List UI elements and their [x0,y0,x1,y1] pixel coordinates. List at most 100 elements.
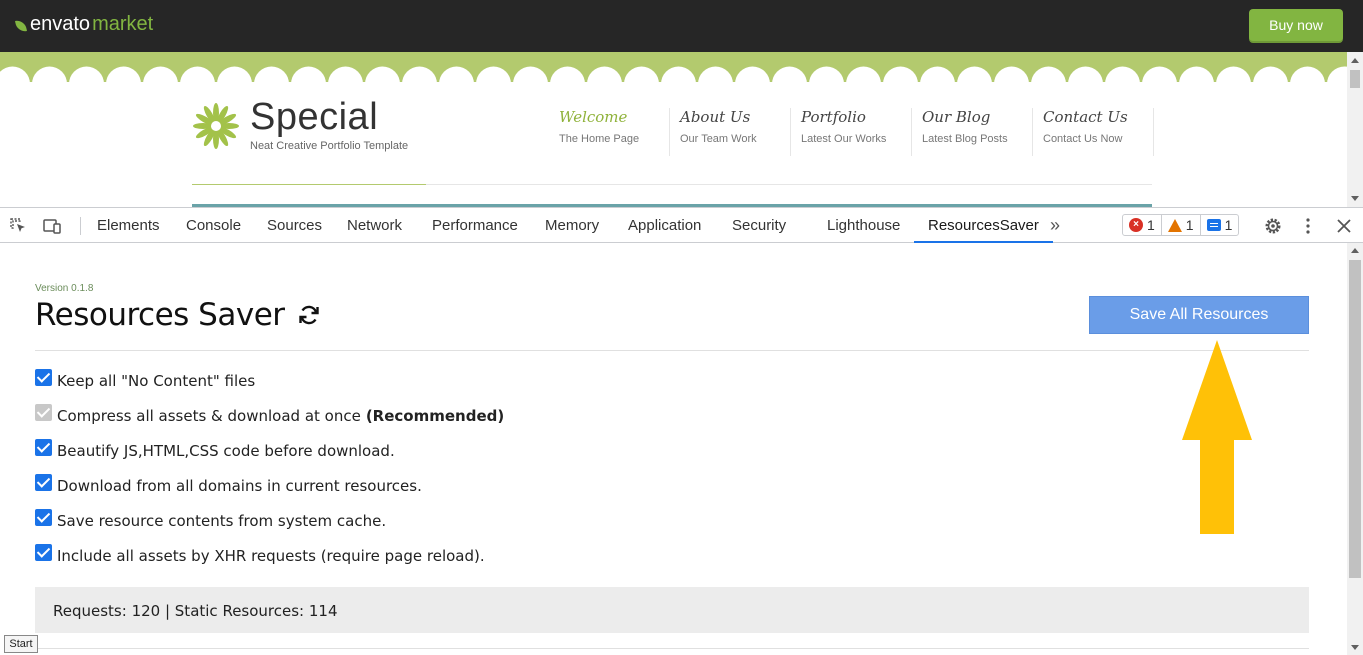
site-scrollbar[interactable] [1347,52,1363,207]
checkbox[interactable] [35,509,52,526]
tab-application[interactable]: Application [628,208,701,243]
checkbox[interactable] [35,474,52,491]
error-count: 1 [1147,217,1155,233]
brand-underline [192,184,426,185]
device-toggle-icon[interactable] [42,216,62,236]
panel-title: Resources Saver [35,297,321,333]
scroll-up-arrow-icon[interactable] [1351,248,1359,253]
tab-resourcessaver[interactable]: ResourcesSaver [914,208,1053,243]
refresh-icon[interactable] [297,303,321,327]
scallop-bump [550,66,585,84]
inspect-icon[interactable] [8,216,28,236]
warning-count: 1 [1185,217,1194,233]
scallop-bump [1216,66,1251,84]
save-all-resources-button[interactable]: Save All Resources [1089,296,1309,334]
logo-brand: envato [30,13,91,35]
bottom-divider [35,648,1309,649]
nav-subtitle: Latest Blog Posts [922,133,1008,145]
tab-network[interactable]: Network [347,208,402,243]
option-download-all-domains[interactable]: Download from all domains in current res… [35,468,504,503]
leaf-icon [15,19,27,33]
option-keep-no-content[interactable]: Keep all "No Content" files [35,363,504,398]
tab-elements[interactable]: Elements [97,208,160,243]
buy-now-button[interactable]: Buy now [1249,9,1343,41]
scallop-bump [402,66,437,84]
option-label-emphasis: (Recommended) [365,406,505,425]
option-label: Include all assets by XHR requests (requ… [57,546,485,565]
scallop-bump [1068,66,1103,84]
start-button[interactable]: Start [4,635,38,653]
panel-scrollbar[interactable] [1347,243,1363,655]
tab-security[interactable]: Security [732,208,786,243]
option-label: Beautify JS,HTML,CSS code before downloa… [57,441,395,460]
scallop-bump [1179,66,1214,84]
scallop-bump [143,66,178,84]
scroll-down-arrow-icon[interactable] [1351,645,1359,650]
checkbox-disabled [35,404,52,421]
scallop-bump [254,66,289,84]
warning-icon [1167,218,1182,232]
scallop-bump [1290,66,1325,84]
option-beautify-code[interactable]: Beautify JS,HTML,CSS code before downloa… [35,433,504,468]
scrollbar-thumb[interactable] [1350,70,1360,88]
tab-performance[interactable]: Performance [432,208,518,243]
scallop-bump [846,66,881,84]
site-brand-title: Special [250,96,379,138]
site-nav-item-portfolio[interactable]: Portfolio Latest Our Works [791,108,912,156]
options-list: Keep all "No Content" files Compress all… [35,363,504,573]
stats-bar: Requests: 120 | Static Resources: 114 [35,587,1309,633]
scroll-down-arrow-icon[interactable] [1351,196,1359,201]
scallop-bump [661,66,696,84]
scallop-bump [809,66,844,84]
site-nav-item-contact[interactable]: Contact Us Contact Us Now [1033,108,1154,156]
envato-logo[interactable]: envato market [15,13,153,36]
resources-saver-panel: Version 0.1.8 Resources Saver Save All R… [0,243,1347,655]
checkbox[interactable] [35,439,52,456]
header-divider [35,350,1309,351]
scallop-bump [624,66,659,84]
settings-icon[interactable] [1263,216,1283,236]
site-brand-subtitle: Neat Creative Portfolio Template [250,140,409,152]
nav-title: About Us [680,108,751,126]
scallop-bump [1253,66,1288,84]
flower-logo-icon [193,103,239,149]
scallop-bump [365,66,400,84]
option-compress-assets: Compress all assets & download at once (… [35,398,504,433]
scallop-bump [994,66,1029,84]
tab-sources[interactable]: Sources [267,208,322,243]
option-save-from-cache[interactable]: Save resource contents from system cache… [35,503,504,538]
option-label: Compress all assets & download at once [57,406,361,425]
scallop-bump [1142,66,1177,84]
more-tabs-icon[interactable]: » [1050,208,1060,243]
nav-subtitle: Latest Our Works [801,133,887,145]
version-label: Version 0.1.8 [35,283,94,294]
scallop-bump [0,66,30,84]
issue-counters[interactable]: × 1 1 1 [1122,214,1240,236]
checkbox[interactable] [35,369,52,386]
site-nav-item-blog[interactable]: Our Blog Latest Blog Posts [912,108,1033,156]
close-icon[interactable] [1334,216,1354,236]
scallop-bump [772,66,807,84]
scrollbar-thumb[interactable] [1349,260,1361,578]
error-counter[interactable]: × 1 [1123,215,1161,235]
message-counter[interactable]: 1 [1199,215,1239,235]
checkbox[interactable] [35,544,52,561]
nav-title: Contact Us [1043,108,1128,126]
tab-memory[interactable]: Memory [545,208,599,243]
kebab-menu-icon[interactable] [1298,216,1318,236]
tab-console[interactable]: Console [186,208,241,243]
site-nav-item-welcome[interactable]: Welcome The Home Page [549,108,670,156]
option-label: Save resource contents from system cache… [57,511,387,530]
option-label: Keep all "No Content" files [57,371,256,390]
warning-counter[interactable]: 1 [1160,215,1200,235]
scroll-up-arrow-icon[interactable] [1351,58,1359,63]
nav-underline [426,184,1152,185]
nav-subtitle: Contact Us Now [1043,133,1123,145]
option-include-xhr[interactable]: Include all assets by XHR requests (requ… [35,538,504,573]
nav-title: Welcome [559,108,628,126]
toolbar-separator [80,217,81,235]
nav-subtitle: The Home Page [559,133,640,145]
site-nav-item-about[interactable]: About Us Our Team Work [670,108,791,156]
tab-lighthouse[interactable]: Lighthouse [827,208,900,243]
message-count: 1 [1224,217,1233,233]
